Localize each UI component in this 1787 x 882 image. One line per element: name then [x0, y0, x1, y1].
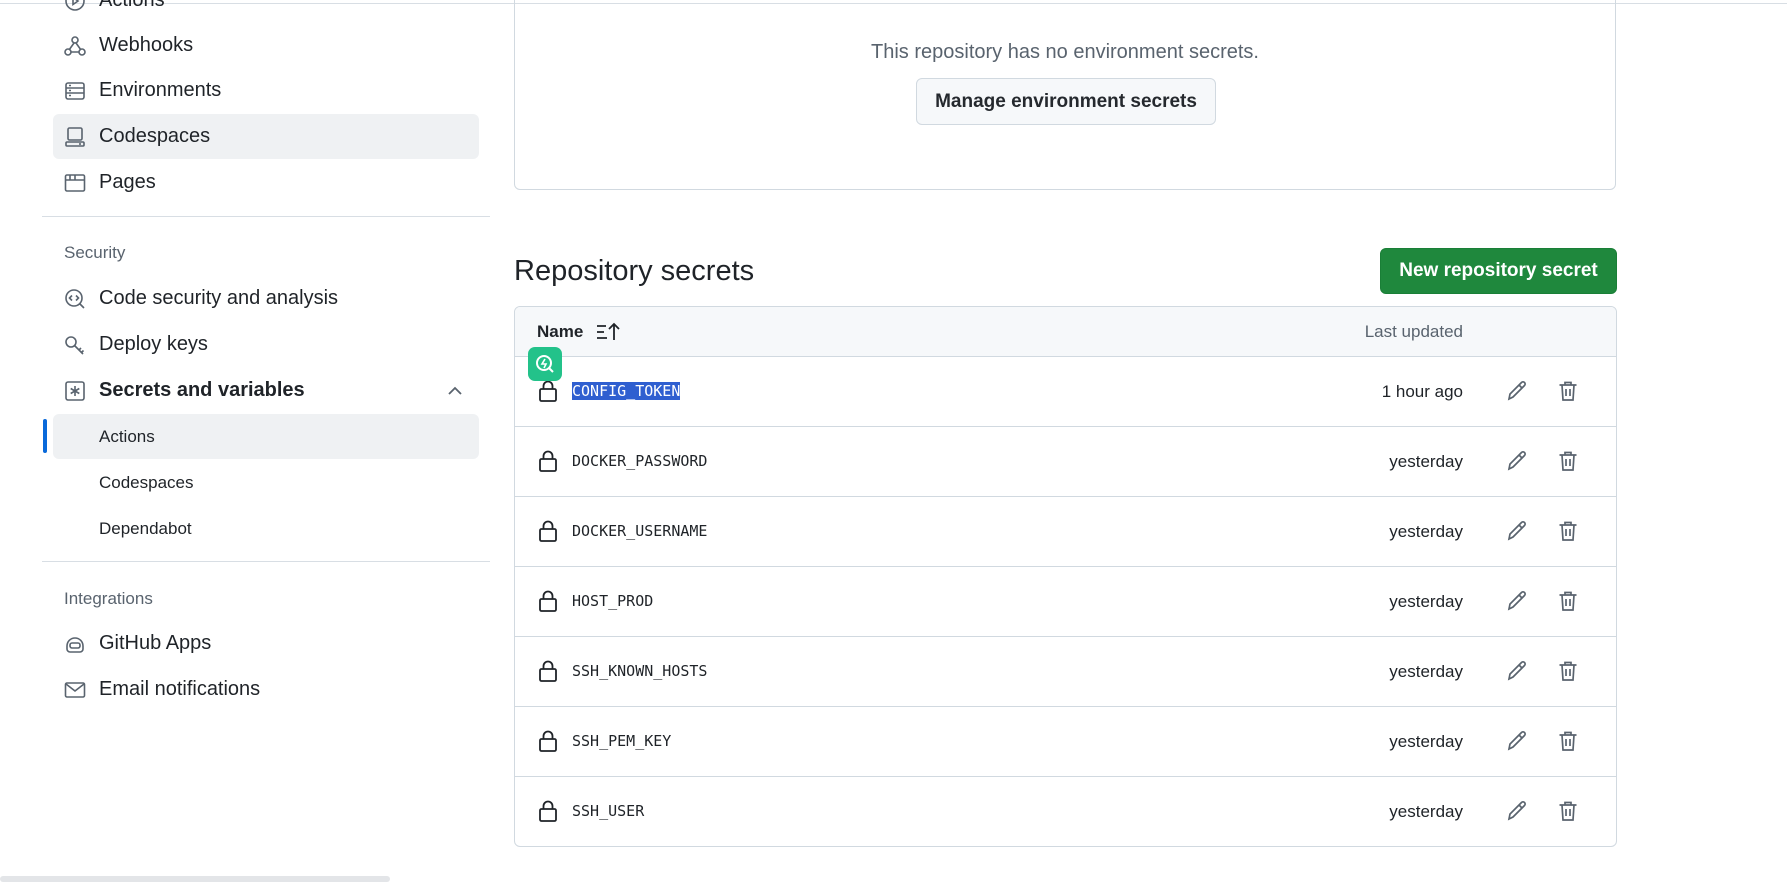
sidebar-item-environments[interactable]: Environments — [53, 68, 479, 113]
secret-name: SSH_PEM_KEY — [572, 732, 672, 750]
table-row: SSH_KNOWN_HOSTS yesterday — [515, 637, 1616, 707]
secret-name: SSH_KNOWN_HOSTS — [572, 662, 708, 680]
last-updated-value: yesterday — [1389, 452, 1463, 471]
key-icon — [63, 333, 87, 357]
lock-icon — [537, 519, 559, 543]
sidebar-item-label: Pages — [99, 171, 156, 193]
horizontal-scrollbar[interactable] — [0, 876, 390, 882]
section-heading-integrations: Integrations — [64, 589, 153, 608]
new-repository-secret-button[interactable]: New repository secret — [1380, 248, 1617, 294]
trash-icon[interactable] — [1556, 799, 1580, 823]
column-header-name[interactable]: Name — [537, 322, 583, 342]
pencil-icon[interactable] — [1505, 589, 1529, 613]
sidebar-item-deploy-keys[interactable]: Deploy keys — [53, 322, 479, 367]
pencil-icon[interactable] — [1505, 799, 1529, 823]
secret-name: HOST_PROD — [572, 592, 654, 610]
sidebar-item-email-notifications[interactable]: Email notifications — [53, 667, 479, 712]
sidebar-subitem-dependabot[interactable]: Dependabot — [53, 506, 479, 551]
lock-icon — [537, 379, 559, 403]
last-updated-value: yesterday — [1389, 802, 1463, 821]
last-updated-value: yesterday — [1389, 732, 1463, 751]
sidebar-item-pages[interactable]: Pages — [53, 160, 479, 205]
lock-icon — [537, 589, 559, 613]
secret-name: DOCKER_PASSWORD — [572, 452, 708, 470]
secret-name: SSH_USER — [572, 802, 645, 820]
trash-icon[interactable] — [1556, 659, 1580, 683]
secrets-table: Name Last updated CONFIG_TOKEN 1 hour ago… — [514, 306, 1617, 847]
trash-icon[interactable] — [1556, 729, 1580, 753]
sidebar-item-label: GitHub Apps — [99, 632, 212, 654]
last-updated-value: yesterday — [1389, 592, 1463, 611]
sidebar-item-label: Deploy keys — [99, 333, 208, 355]
sidebar-item-label: Code security and analysis — [99, 287, 339, 309]
repository-secrets-title: Repository secrets — [514, 255, 755, 287]
manage-environment-secrets-button[interactable]: Manage environment secrets — [916, 78, 1216, 125]
last-updated-value: 1 hour ago — [1381, 382, 1463, 401]
sidebar-item-label: Codespaces — [99, 125, 211, 147]
sidebar-item-label: Actions — [99, 0, 165, 11]
sidebar-divider — [42, 561, 490, 562]
settings-sidebar: Actions Webhooks Environments Codespaces… — [0, 0, 490, 882]
sidebar-item-label: Webhooks — [99, 34, 194, 56]
codescan-icon — [63, 287, 87, 311]
section-heading-security: Security — [64, 243, 126, 262]
key-asterisk-icon — [63, 379, 87, 403]
table-row: SSH_PEM_KEY yesterday — [515, 707, 1616, 777]
table-row: HOST_PROD yesterday — [515, 567, 1616, 637]
codespaces-icon — [63, 125, 87, 149]
sidebar-subitem-label: Dependabot — [99, 518, 192, 538]
sidebar-item-github-apps[interactable]: GitHub Apps — [53, 621, 479, 666]
sidebar-subitem-actions[interactable]: Actions — [53, 414, 479, 459]
sidebar-item-label: Environments — [99, 79, 222, 101]
browser-icon — [63, 171, 87, 195]
pencil-icon[interactable] — [1505, 449, 1529, 473]
trash-icon[interactable] — [1556, 519, 1580, 543]
mail-icon — [63, 678, 87, 702]
pencil-icon[interactable] — [1505, 519, 1529, 543]
sidebar-item-label: Secrets and variables — [99, 379, 305, 401]
sidebar-item-secrets-and-variables[interactable]: Secrets and variables — [53, 368, 479, 413]
table-row: SSH_USER yesterday — [515, 777, 1616, 846]
server-icon — [63, 79, 87, 103]
sidebar-divider — [42, 216, 490, 217]
lock-icon — [537, 799, 559, 823]
sidebar-subitem-codespaces[interactable]: Codespaces — [53, 460, 479, 505]
pencil-icon[interactable] — [1505, 659, 1529, 683]
play-icon — [63, 0, 87, 13]
sidebar-item-label: Email notifications — [99, 678, 261, 700]
environment-secrets-panel: This repository has no environment secre… — [514, 0, 1616, 190]
pencil-icon[interactable] — [1505, 729, 1529, 753]
chevron-up-icon[interactable] — [444, 380, 466, 402]
table-row: CONFIG_TOKEN 1 hour ago — [515, 357, 1616, 427]
secret-name: DOCKER_USERNAME — [572, 522, 708, 540]
sidebar-item-webhooks[interactable]: Webhooks — [53, 23, 479, 68]
empty-state-text: This repository has no environment secre… — [871, 41, 1259, 63]
lock-icon — [537, 449, 559, 473]
table-header: Name Last updated — [515, 307, 1616, 357]
last-updated-value: yesterday — [1389, 662, 1463, 681]
trash-icon[interactable] — [1556, 379, 1580, 403]
trash-icon[interactable] — [1556, 449, 1580, 473]
secret-name: CONFIG_TOKEN — [572, 382, 681, 400]
lock-icon — [537, 729, 559, 753]
apps-icon — [63, 632, 87, 656]
last-updated-value: yesterday — [1389, 522, 1463, 541]
sidebar-subitem-label: Actions — [99, 426, 155, 446]
active-indicator — [43, 419, 47, 453]
trash-icon[interactable] — [1556, 589, 1580, 613]
sidebar-item-actions[interactable]: Actions — [53, 0, 479, 23]
sort-ascending-icon[interactable] — [595, 321, 621, 343]
column-header-last-updated: Last updated — [1364, 322, 1463, 341]
extension-badge-icon[interactable] — [528, 347, 562, 381]
pencil-icon[interactable] — [1505, 379, 1529, 403]
table-row: DOCKER_USERNAME yesterday — [515, 497, 1616, 567]
sidebar-item-code-security[interactable]: Code security and analysis — [53, 276, 479, 321]
table-row: DOCKER_PASSWORD yesterday — [515, 427, 1616, 497]
webhook-icon — [63, 34, 87, 58]
sidebar-item-codespaces[interactable]: Codespaces — [53, 114, 479, 159]
lock-icon — [537, 659, 559, 683]
sidebar-subitem-label: Codespaces — [99, 472, 194, 492]
